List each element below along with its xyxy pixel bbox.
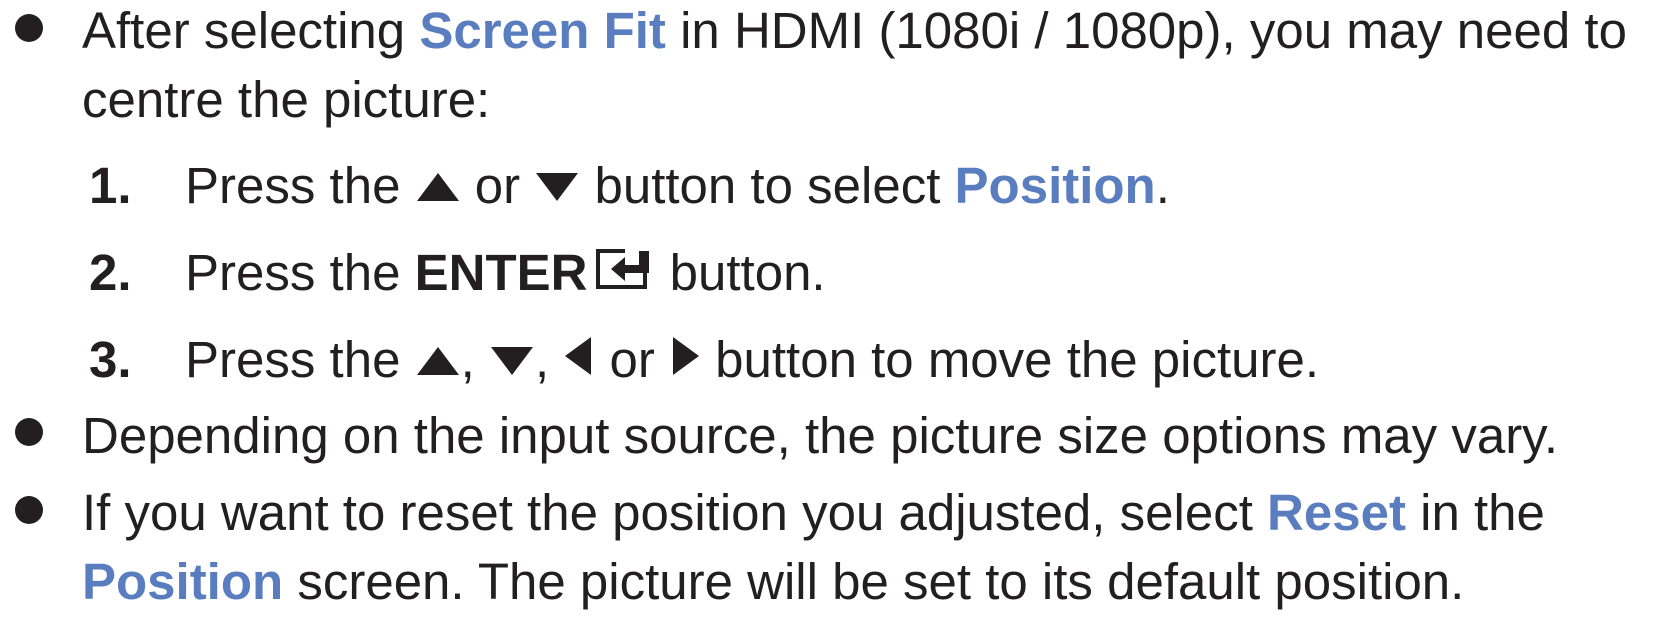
position-highlight: Position <box>954 157 1156 214</box>
step-number: 2. <box>89 244 132 301</box>
bullet3-text-after: in the <box>1405 484 1545 541</box>
step3-text-e: button to move the picture. <box>700 331 1320 388</box>
up-arrow-icon <box>415 171 461 203</box>
down-arrow-icon <box>534 171 580 203</box>
bullet1-text-before: After selecting <box>82 2 420 59</box>
bullet3-line2: Position screen. The picture will be set… <box>82 556 1464 607</box>
bullet1-line1: After selecting Screen Fit in HDMI (1080… <box>82 5 1627 56</box>
bullet-point <box>15 14 43 42</box>
bullet3-line2-text: screen. The picture will be set to its d… <box>283 553 1465 610</box>
up-arrow-icon <box>415 345 461 377</box>
step3-text-d: or <box>595 331 669 388</box>
step3-text-c: , <box>534 331 564 388</box>
bullet1-text-after: in HDMI (1080i / 1080p), you may need to <box>665 2 1627 59</box>
screen-fit-highlight: Screen Fit <box>419 2 666 59</box>
bullet-point <box>15 496 43 524</box>
step1-text-a: Press the <box>185 157 415 214</box>
bullet1-line2: centre the picture: <box>82 71 491 128</box>
step3-line: Press the , , or button to move the pict… <box>185 334 1319 385</box>
step-number: 3. <box>89 331 132 388</box>
step1-text-b: or <box>460 157 535 214</box>
left-arrow-icon <box>563 335 595 377</box>
right-arrow-icon <box>669 335 701 377</box>
step1-text-c: button to select <box>580 157 955 214</box>
bullet-point <box>15 418 43 446</box>
step1-line: Press the or button to select Position. <box>185 160 1170 211</box>
reset-highlight: Reset <box>1267 484 1406 541</box>
bullet3-text-before: If you want to reset the position you ad… <box>82 484 1268 541</box>
step3-text-a: Press the <box>185 331 415 388</box>
bullet3-line1: If you want to reset the position you ad… <box>82 487 1545 538</box>
step2-line: Press the ENTER button. <box>185 247 826 298</box>
step-number: 1. <box>89 157 132 214</box>
enter-label: ENTER <box>414 244 588 301</box>
step1-text-d: . <box>1155 157 1170 214</box>
step2-text-a: Press the <box>185 244 415 301</box>
down-arrow-icon <box>489 345 535 377</box>
step3-text-b: , <box>460 331 489 388</box>
step2-text-b: button. <box>655 244 826 301</box>
position-highlight: Position <box>82 553 284 610</box>
enter-icon <box>595 248 655 290</box>
bullet2-line: Depending on the input source, the pictu… <box>82 407 1559 464</box>
